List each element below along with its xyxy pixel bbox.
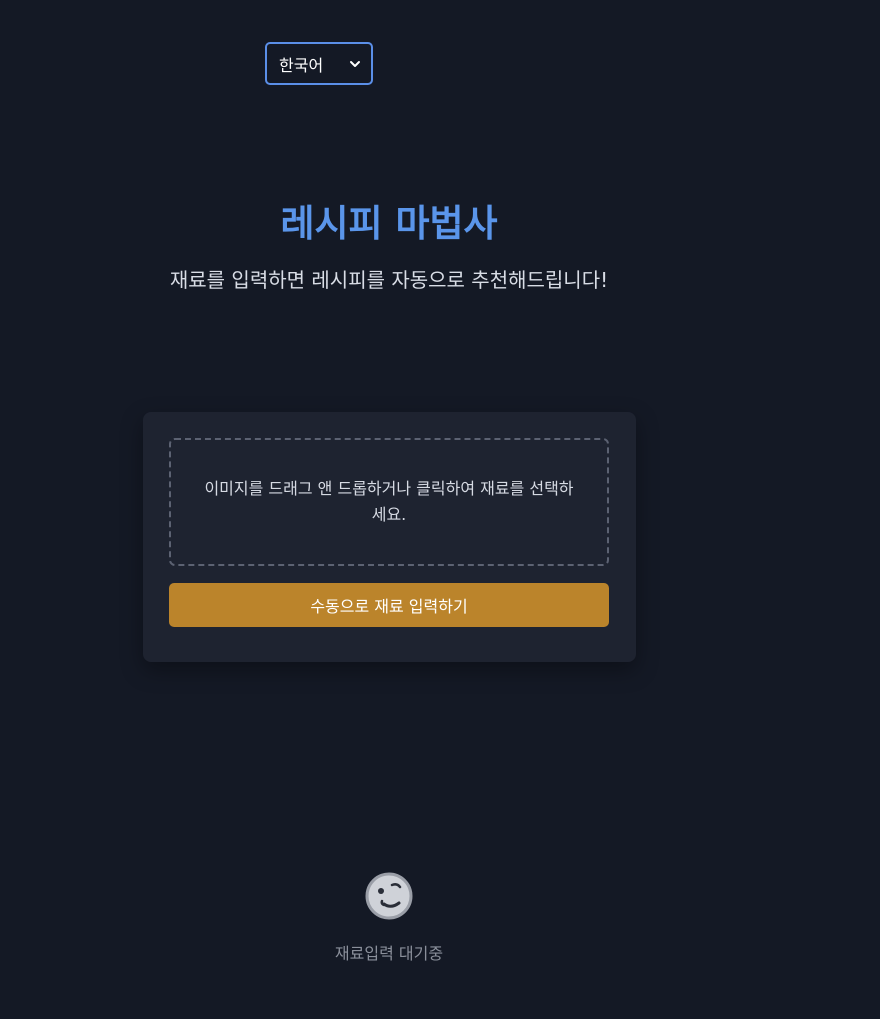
waiting-face-icon	[364, 871, 414, 921]
upload-card: 이미지를 드래그 앤 드롭하거나 클릭하여 재료를 선택하세요. 수동으로 재료…	[143, 412, 636, 662]
page-title: 레시피 마법사	[280, 202, 498, 245]
manual-input-button[interactable]: 수동으로 재료 입력하기	[169, 583, 609, 627]
page-subtitle: 재료를 입력하면 레시피를 자동으로 추천해드립니다!	[169, 268, 609, 292]
language-select-value: 한국어	[279, 55, 324, 75]
status-text: 재료입력 대기중	[334, 944, 444, 963]
dropzone-text: 이미지를 드래그 앤 드롭하거나 클릭하여 재료를 선택하세요.	[204, 479, 574, 524]
language-select[interactable]: 한국어	[265, 42, 373, 85]
page: 한국어 레시피 마법사 재료를 입력하면 레시피를 자동으로 추천해드립니다! …	[0, 0, 880, 1019]
chevron-down-icon	[349, 58, 361, 70]
image-dropzone[interactable]: 이미지를 드래그 앤 드롭하거나 클릭하여 재료를 선택하세요.	[169, 438, 609, 566]
